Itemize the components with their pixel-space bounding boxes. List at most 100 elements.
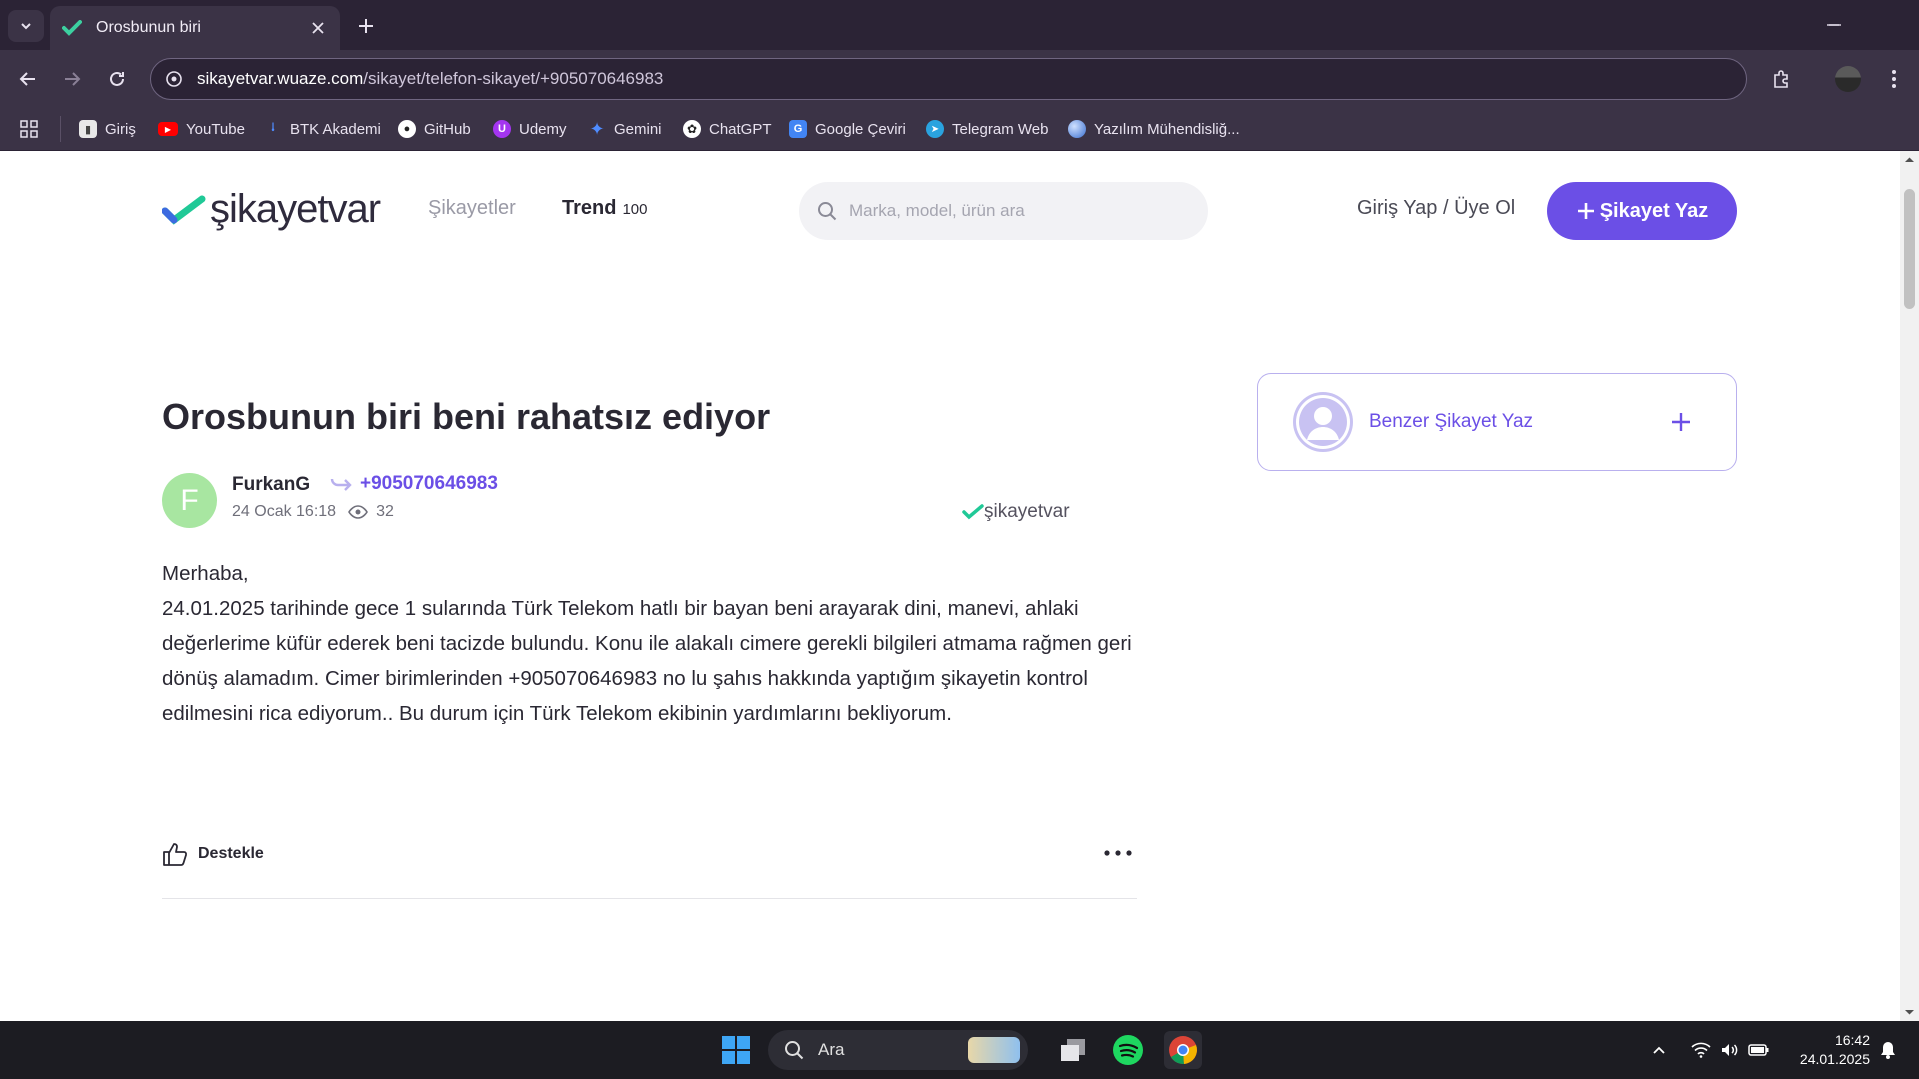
udemy-icon: U bbox=[493, 120, 511, 138]
more-vertical-icon bbox=[1892, 70, 1896, 88]
arrow-right-icon bbox=[65, 72, 81, 86]
search-icon bbox=[818, 202, 837, 221]
redirect-arrow-icon bbox=[330, 478, 352, 491]
windows-logo-icon bbox=[722, 1036, 750, 1064]
browser-menu-button[interactable] bbox=[1878, 63, 1910, 95]
cta-label: Şikayet Yaz bbox=[1599, 199, 1709, 222]
github-icon: ● bbox=[398, 120, 416, 138]
add-similar-button[interactable] bbox=[1666, 407, 1696, 437]
start-button[interactable] bbox=[717, 1031, 755, 1069]
chrome-app[interactable] bbox=[1164, 1031, 1202, 1069]
url-text: sikayetvar.wuaze.com/sikayet/telefon-sik… bbox=[197, 69, 663, 89]
bookmark-github[interactable]: ● GitHub bbox=[398, 116, 471, 142]
bookmark-label: Google Çeviri bbox=[815, 120, 906, 138]
similar-complaint-card[interactable]: Benzer Şikayet Yaz bbox=[1257, 373, 1737, 471]
bookmark-chatgpt[interactable]: ✿ ChatGPT bbox=[683, 116, 772, 142]
watermark-text: şikayetvar bbox=[984, 501, 1070, 522]
nav-trend[interactable]: Trend 100 bbox=[562, 197, 647, 220]
content-divider bbox=[162, 898, 1137, 899]
puzzle-icon bbox=[1774, 70, 1788, 88]
scroll-down-icon[interactable] bbox=[1900, 1005, 1919, 1019]
volume-icon bbox=[1722, 1044, 1738, 1056]
complaint-title: Orosbunun biri beni rahatsız ediyor bbox=[162, 396, 771, 437]
complaint-target[interactable]: +905070646983 bbox=[330, 473, 498, 495]
wifi-status[interactable] bbox=[1688, 1031, 1714, 1069]
logo-text: şikayetvar bbox=[210, 187, 381, 231]
view-count: 32 bbox=[376, 503, 394, 520]
bookmark-btk[interactable]: ᛍ BTK Akademi bbox=[264, 116, 380, 142]
notifications-button[interactable] bbox=[1875, 1031, 1901, 1069]
taskbar-search-label: Ara bbox=[818, 1040, 845, 1059]
clock-date: 24.01.2025 bbox=[1799, 1051, 1870, 1067]
bookmark-youtube[interactable]: ▶ YouTube bbox=[158, 116, 245, 142]
apps-button[interactable] bbox=[20, 116, 38, 142]
target-phone: +905070646983 bbox=[360, 473, 498, 494]
bookmark-telegram[interactable]: ➤ Telegram Web bbox=[926, 116, 1048, 142]
search-highlight-icon bbox=[968, 1037, 1020, 1063]
battery-status[interactable] bbox=[1746, 1031, 1772, 1069]
telegram-icon: ➤ bbox=[926, 120, 944, 138]
battery-charging-icon bbox=[1748, 1044, 1769, 1056]
chrome-icon bbox=[1169, 1036, 1197, 1065]
spotify-app[interactable] bbox=[1109, 1031, 1147, 1069]
profile-button[interactable] bbox=[1832, 63, 1864, 95]
arrow-left-icon bbox=[19, 72, 35, 86]
search-icon bbox=[785, 1041, 804, 1060]
windows-taskbar: Ara 16:42 24.01.2025 bbox=[0, 1021, 1919, 1079]
taskbar-clock[interactable]: 16:42 24.01.2025 bbox=[1790, 1031, 1870, 1069]
body-text: 24.01.2025 tarihinde gece 1 sularında Tü… bbox=[162, 597, 1132, 725]
nav-complaints[interactable]: Şikayetler bbox=[428, 197, 516, 220]
sikayetvar-favicon-icon bbox=[62, 20, 82, 36]
globe-icon bbox=[1068, 120, 1086, 138]
logo-check-icon bbox=[162, 195, 206, 225]
back-button[interactable] bbox=[12, 63, 44, 95]
site-search[interactable] bbox=[799, 182, 1208, 240]
bookmark-label: Giriş bbox=[105, 120, 136, 138]
write-complaint-button[interactable]: Şikayet Yaz bbox=[1547, 182, 1737, 240]
page-scrollbar[interactable] bbox=[1900, 151, 1919, 1021]
complaint-body: Merhaba, 24.01.2025 tarihinde gece 1 sul… bbox=[162, 556, 1147, 731]
volume-status[interactable] bbox=[1717, 1031, 1743, 1069]
taskbar-search[interactable]: Ara bbox=[768, 1030, 1028, 1070]
scroll-up-icon[interactable] bbox=[1900, 153, 1919, 167]
support-label: Destekle bbox=[198, 845, 264, 862]
chatgpt-icon: ✿ bbox=[683, 120, 701, 138]
tab-title: Orosbunun biri bbox=[96, 19, 201, 36]
author-avatar[interactable]: F bbox=[162, 473, 217, 528]
spotify-icon bbox=[1113, 1035, 1143, 1065]
scroll-thumb[interactable] bbox=[1904, 189, 1915, 309]
youtube-icon: ▶ bbox=[158, 122, 178, 136]
support-button[interactable]: Destekle bbox=[162, 841, 264, 867]
bookmark-translate[interactable]: G Google Çeviri bbox=[789, 116, 906, 142]
login-register-link[interactable]: Giriş Yap / Üye Ol bbox=[1357, 197, 1515, 220]
browser-tab[interactable]: Orosbunun biri bbox=[50, 6, 340, 50]
more-options-button[interactable] bbox=[1100, 841, 1136, 865]
reload-button[interactable] bbox=[101, 63, 133, 95]
task-view-button[interactable] bbox=[1054, 1031, 1092, 1069]
minimize-window-button[interactable] bbox=[1815, 10, 1855, 40]
bookmark-udemy[interactable]: U Udemy bbox=[493, 116, 567, 142]
author-name[interactable]: FurkanG bbox=[232, 474, 310, 496]
bookmark-gemini[interactable]: ✦ Gemini bbox=[588, 116, 661, 142]
new-tab-button[interactable] bbox=[352, 12, 380, 40]
more-horizontal-icon bbox=[1104, 850, 1132, 856]
giris-icon: ▮ bbox=[79, 120, 97, 138]
complaint-date: 24 Ocak 16:18 bbox=[232, 503, 337, 520]
chevron-down-icon bbox=[21, 23, 31, 30]
site-info-icon[interactable] bbox=[165, 70, 183, 88]
translate-icon: G bbox=[789, 120, 807, 138]
tab-close-button[interactable] bbox=[306, 16, 330, 40]
address-bar[interactable]: sikayetvar.wuaze.com/sikayet/telefon-sik… bbox=[150, 58, 1747, 100]
bookmark-giris[interactable]: ▮ Giriş bbox=[79, 116, 136, 142]
clock-time: 16:42 bbox=[1834, 1032, 1870, 1048]
site-logo[interactable]: şikayetvar bbox=[162, 187, 381, 232]
tab-search-button[interactable] bbox=[8, 10, 44, 42]
forward-button[interactable] bbox=[56, 63, 88, 95]
bookmark-yazilim[interactable]: Yazılım Mühendisliğ... bbox=[1068, 116, 1240, 142]
url-host: sikayetvar.wuaze.com bbox=[197, 69, 364, 88]
bookmarks-divider bbox=[60, 116, 61, 142]
search-input[interactable] bbox=[849, 201, 1179, 221]
tray-overflow-button[interactable] bbox=[1645, 1031, 1673, 1069]
extensions-button[interactable] bbox=[1765, 63, 1797, 95]
user-placeholder-avatar bbox=[1293, 392, 1353, 452]
